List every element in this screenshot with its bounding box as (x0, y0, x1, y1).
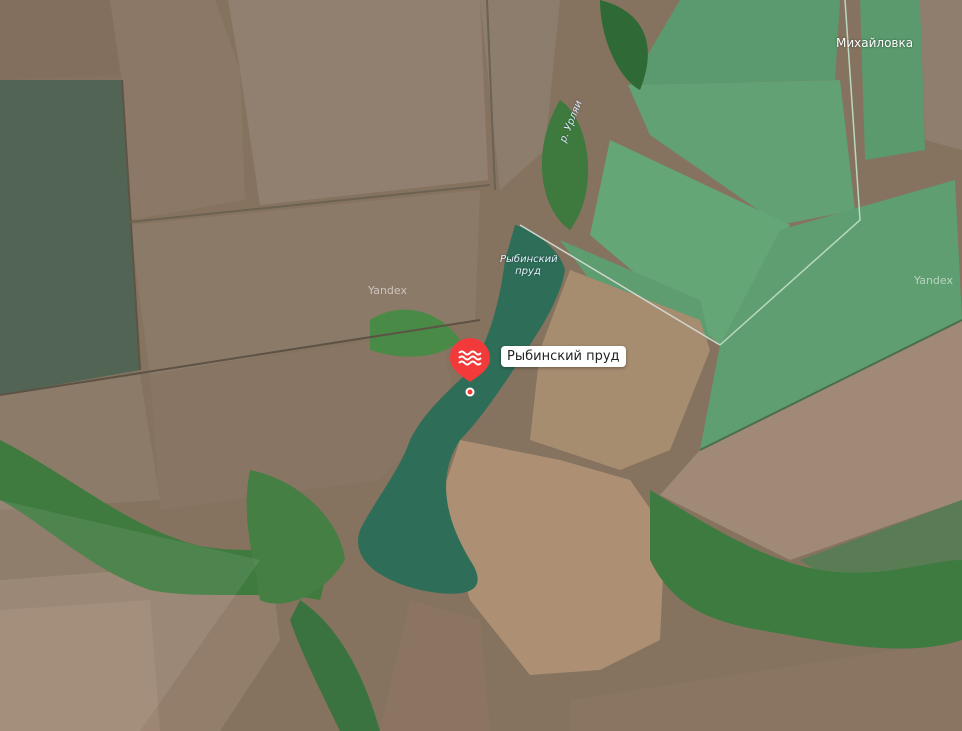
poi-marker[interactable] (448, 336, 492, 398)
village-label-mikhailovka[interactable]: Михайловка (836, 36, 913, 50)
water-body-label-line2: пруд (515, 266, 541, 277)
poi-name-label[interactable]: Рыбинский пруд (501, 346, 626, 367)
water-waves-icon (450, 338, 490, 397)
yandex-watermark: Yandex (914, 274, 953, 287)
satellite-map[interactable]: Михайловка р. Урляи Рыбинский пруд Yande… (0, 0, 962, 731)
water-body-label[interactable]: Рыбинский пруд (500, 254, 558, 278)
yandex-watermark: Yandex (368, 284, 407, 297)
water-body-label-line1: Рыбинский (500, 254, 558, 265)
